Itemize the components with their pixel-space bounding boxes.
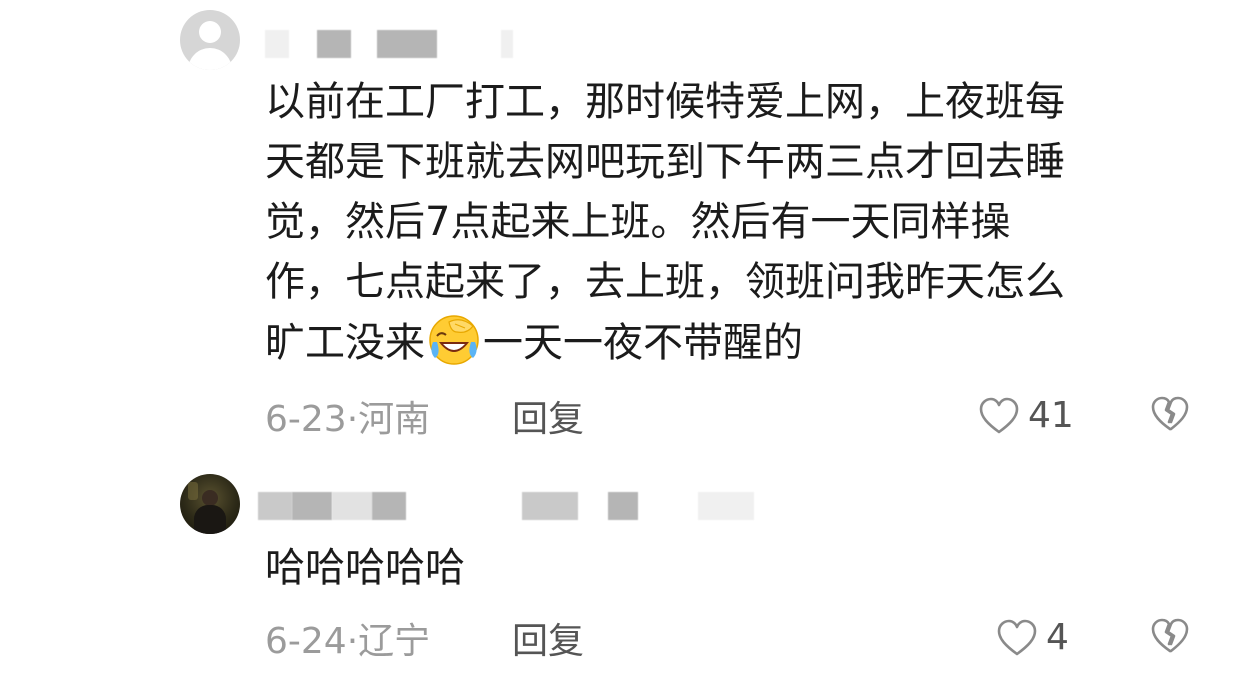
comment-meta: 6-24·辽宁 (265, 620, 430, 664)
user-avatar[interactable] (180, 10, 240, 70)
redaction-block (332, 492, 372, 520)
redaction-block (377, 30, 437, 58)
comment-text-line: 天都是下班就去网吧玩到下午两三点才回去睡 (265, 139, 1065, 185)
reply-button[interactable]: 回复 (512, 620, 584, 664)
redaction-block (608, 492, 638, 520)
redaction-block (522, 492, 578, 520)
redaction-block (372, 492, 406, 520)
broken-heart-icon (1150, 395, 1190, 437)
like-button[interactable]: 41 (978, 394, 1074, 438)
redaction-block (265, 30, 289, 58)
username-redacted[interactable] (258, 492, 758, 520)
avatar-photo-detail (202, 490, 218, 506)
like-button[interactable]: 4 (996, 616, 1069, 660)
dislike-button[interactable] (1150, 616, 1190, 660)
comment-location: 河南 (358, 399, 431, 440)
comment-location: 辽宁 (358, 621, 431, 662)
heart-icon (978, 396, 1020, 436)
redaction-block (258, 492, 292, 520)
avatar-head-shape (199, 21, 221, 43)
comment-text: 哈哈哈哈哈 (265, 538, 1195, 598)
dislike-button[interactable] (1150, 394, 1190, 438)
redaction-block (501, 30, 513, 58)
broken-heart-icon (1150, 617, 1190, 659)
like-count: 4 (1046, 617, 1069, 658)
meta-separator: · (346, 399, 359, 440)
laughing-crying-emoji-icon (427, 312, 481, 366)
comment-text-fragment: 旷工没来 (265, 320, 425, 366)
meta-separator: · (346, 621, 359, 662)
username-redacted[interactable] (265, 30, 515, 58)
comment-date: 6-24 (265, 621, 347, 662)
reply-button[interactable]: 回复 (512, 398, 584, 442)
comment-text-line: 作，七点起来了，去上班，领班问我昨天怎么 (265, 259, 1065, 305)
comment-item: 以前在工厂打工，那时候特爱上网，上夜班每 天都是下班就去网吧玩到下午两三点才回去… (0, 0, 1242, 450)
user-avatar[interactable] (180, 474, 240, 534)
comment-text-line: 哈哈哈哈哈 (265, 545, 465, 591)
redaction-block (317, 30, 351, 58)
redaction-block (292, 492, 332, 520)
comment-text-fragment: 一天一夜不带醒的 (483, 320, 803, 366)
avatar-photo-detail (188, 482, 198, 500)
comment-text: 以前在工厂打工，那时候特爱上网，上夜班每 天都是下班就去网吧玩到下午两三点才回去… (265, 72, 1195, 373)
avatar-body-shape (188, 48, 232, 70)
comment-text-line-with-emoji: 旷工没来 一天一夜不带醒的 (265, 312, 1195, 373)
comment-text-line: 觉，然后7点起来上班。然后有一天同样操 (265, 199, 1011, 245)
comment-date: 6-23 (265, 399, 347, 440)
heart-icon (996, 618, 1038, 658)
comment-item: 哈哈哈哈哈 6-24·辽宁 回复 4 (0, 460, 1242, 685)
comment-meta: 6-23·河南 (265, 398, 430, 442)
redaction-block (698, 492, 754, 520)
comment-text-line: 以前在工厂打工，那时候特爱上网，上夜班每 (265, 79, 1065, 125)
like-count: 41 (1028, 395, 1074, 436)
avatar-photo-detail (194, 505, 226, 534)
